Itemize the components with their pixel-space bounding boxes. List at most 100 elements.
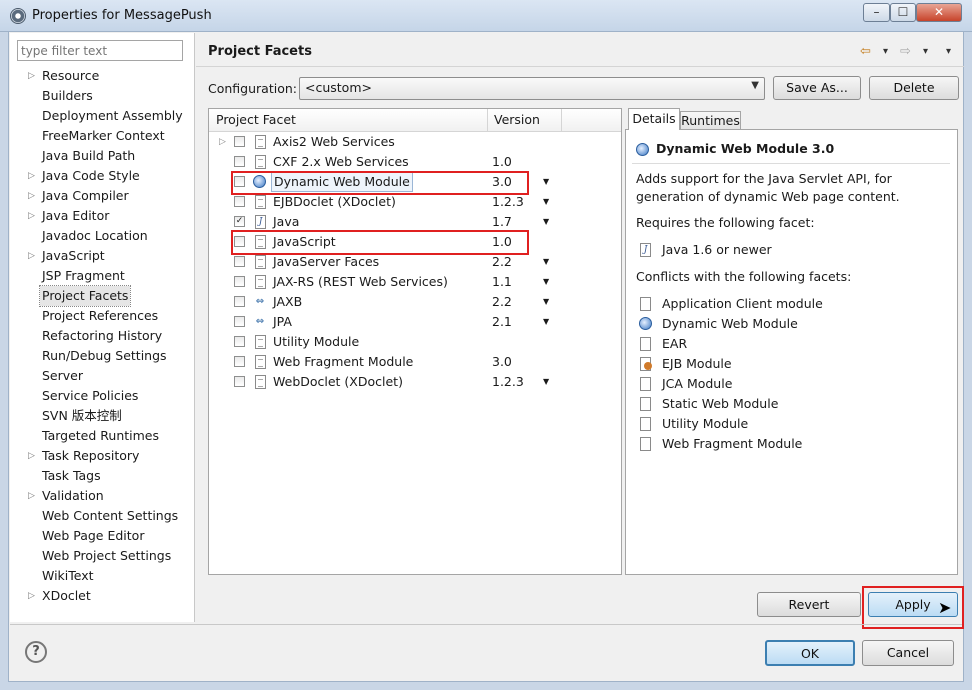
forward-menu-icon[interactable]: ▾ (923, 46, 928, 57)
facet-checkbox[interactable] (234, 356, 245, 367)
nav-item[interactable]: Builders (42, 86, 93, 106)
facet-name: Axis2 Web Services (273, 134, 395, 149)
facet-checkbox[interactable] (234, 296, 245, 307)
nav-item[interactable]: Resource (42, 66, 99, 86)
cancel-button[interactable]: Cancel (862, 640, 954, 666)
nav-item[interactable]: JSP Fragment (42, 266, 125, 286)
back-menu-icon[interactable]: ▾ (883, 46, 888, 57)
nav-item[interactable]: Targeted Runtimes (42, 426, 159, 446)
ok-button[interactable]: OK (765, 640, 855, 666)
minimize-button[interactable]: – (863, 3, 890, 22)
facet-row[interactable]: WebDoclet (XDoclet) 1.2.3 ▼ (209, 372, 621, 392)
expand-arrow-icon[interactable]: ▷ (28, 186, 36, 206)
version-dropdown-icon[interactable]: ▼ (543, 312, 549, 332)
facet-row[interactable]: CXF 2.x Web Services 1.0 (209, 152, 621, 172)
version-dropdown-icon[interactable]: ▼ (543, 192, 549, 212)
expand-arrow-icon[interactable]: ▷ (219, 132, 226, 152)
nav-item[interactable]: Web Page Editor (42, 526, 144, 546)
save-as-button[interactable]: Save As... (773, 76, 861, 100)
version-dropdown-icon[interactable]: ▼ (543, 212, 549, 232)
facet-row[interactable]: ⇔ JPA 2.1 ▼ (209, 312, 621, 332)
nav-item[interactable]: Project Facets (38, 285, 132, 307)
nav-item[interactable]: Web Content Settings (42, 506, 178, 526)
facet-checkbox[interactable] (234, 336, 245, 347)
version-dropdown-icon[interactable]: ▼ (543, 292, 549, 312)
facet-checkbox[interactable] (234, 276, 245, 287)
facet-row[interactable]: ✓ J Java 1.7 ▼ (209, 212, 621, 232)
nav-item[interactable]: Validation (42, 486, 104, 506)
maximize-button[interactable]: ☐ (890, 3, 916, 22)
filter-input[interactable] (17, 40, 183, 61)
tab-runtimes[interactable]: Runtimes (680, 111, 741, 130)
nav-item[interactable]: Java Editor (42, 206, 109, 226)
arrows-icon: ⇔ (255, 296, 265, 307)
nav-item[interactable]: FreeMarker Context (42, 126, 165, 146)
expand-arrow-icon[interactable]: ▷ (28, 246, 36, 266)
doc-icon (255, 155, 266, 169)
facet-name: CXF 2.x Web Services (273, 154, 409, 169)
expand-arrow-icon[interactable]: ▷ (28, 586, 36, 606)
nav-item[interactable]: Deployment Assembly (42, 106, 183, 126)
version-dropdown-icon[interactable]: ▼ (543, 172, 549, 192)
facet-row[interactable]: EJBDoclet (XDoclet) 1.2.3 ▼ (209, 192, 621, 212)
column-header-facet[interactable]: Project Facet (216, 112, 296, 127)
facet-row[interactable]: Utility Module (209, 332, 621, 352)
doc-icon (255, 355, 266, 369)
nav-item[interactable]: Java Build Path (42, 146, 135, 166)
facet-row[interactable]: ⇔ JAXB 2.2 ▼ (209, 292, 621, 312)
nav-item[interactable]: XDoclet (42, 586, 91, 606)
facet-row[interactable]: Web Fragment Module 3.0 (209, 352, 621, 372)
back-icon[interactable]: ⇦ (860, 44, 871, 59)
close-button[interactable]: ✕ (916, 3, 962, 22)
revert-button[interactable]: Revert (757, 592, 861, 617)
nav-item[interactable]: Run/Debug Settings (42, 346, 167, 366)
nav-item[interactable]: Project References (42, 306, 158, 326)
configuration-label: Configuration: (208, 81, 297, 96)
nav-item[interactable]: Task Repository (42, 446, 139, 466)
expand-arrow-icon[interactable]: ▷ (28, 486, 36, 506)
nav-item[interactable]: Refactoring History (42, 326, 162, 346)
facet-row[interactable]: ▷ Axis2 Web Services (209, 132, 621, 152)
facet-checkbox[interactable] (234, 196, 245, 207)
expand-arrow-icon[interactable]: ▷ (28, 446, 36, 466)
details-divider (632, 163, 950, 164)
nav-item[interactable]: JavaScript (42, 246, 105, 266)
delete-button[interactable]: Delete (869, 76, 959, 100)
view-menu-icon[interactable]: ▾ (946, 46, 951, 57)
facet-checkbox[interactable] (234, 256, 245, 267)
nav-item[interactable]: WikiText (42, 566, 94, 586)
column-header-version[interactable]: Version (494, 112, 540, 127)
bottom-divider (10, 624, 962, 625)
facet-checkbox[interactable] (234, 136, 245, 147)
expand-arrow-icon[interactable]: ▷ (28, 206, 36, 226)
ejb-icon (640, 357, 652, 371)
facet-checkbox[interactable] (234, 156, 245, 167)
facet-row[interactable]: JAX-RS (REST Web Services) 1.1 ▼ (209, 272, 621, 292)
nav-item[interactable]: Task Tags (42, 466, 101, 486)
nav-item[interactable]: Service Policies (42, 386, 138, 406)
version-dropdown-icon[interactable]: ▼ (543, 272, 549, 292)
version-dropdown-icon[interactable]: ▼ (543, 252, 549, 272)
facet-checkbox[interactable]: ✓ (234, 216, 245, 227)
chevron-down-icon: ▼ (751, 80, 759, 91)
configuration-select[interactable]: <custom> ▼ (299, 77, 765, 100)
nav-item[interactable]: Java Code Style (42, 166, 140, 186)
version-dropdown-icon[interactable]: ▼ (543, 372, 549, 392)
nav-item[interactable]: Javadoc Location (42, 226, 148, 246)
facet-name: JAXB (273, 294, 303, 309)
help-icon[interactable]: ? (25, 641, 47, 663)
nav-item[interactable]: Java Compiler (42, 186, 129, 206)
expand-arrow-icon[interactable]: ▷ (28, 66, 36, 86)
nav-item[interactable]: Server (42, 366, 83, 386)
doc-icon (255, 375, 266, 389)
nav-item[interactable]: Web Project Settings (42, 546, 171, 566)
conflict-item: JCA Module (662, 376, 733, 391)
doc-icon (640, 437, 651, 451)
nav-item[interactable]: SVN 版本控制 (42, 406, 122, 426)
tab-details[interactable]: Details (628, 108, 680, 130)
expand-arrow-icon[interactable]: ▷ (28, 166, 36, 186)
facet-checkbox[interactable] (234, 376, 245, 387)
forward-icon[interactable]: ⇨ (900, 44, 911, 59)
facet-checkbox[interactable] (234, 316, 245, 327)
facet-row[interactable]: JavaServer Faces 2.2 ▼ (209, 252, 621, 272)
